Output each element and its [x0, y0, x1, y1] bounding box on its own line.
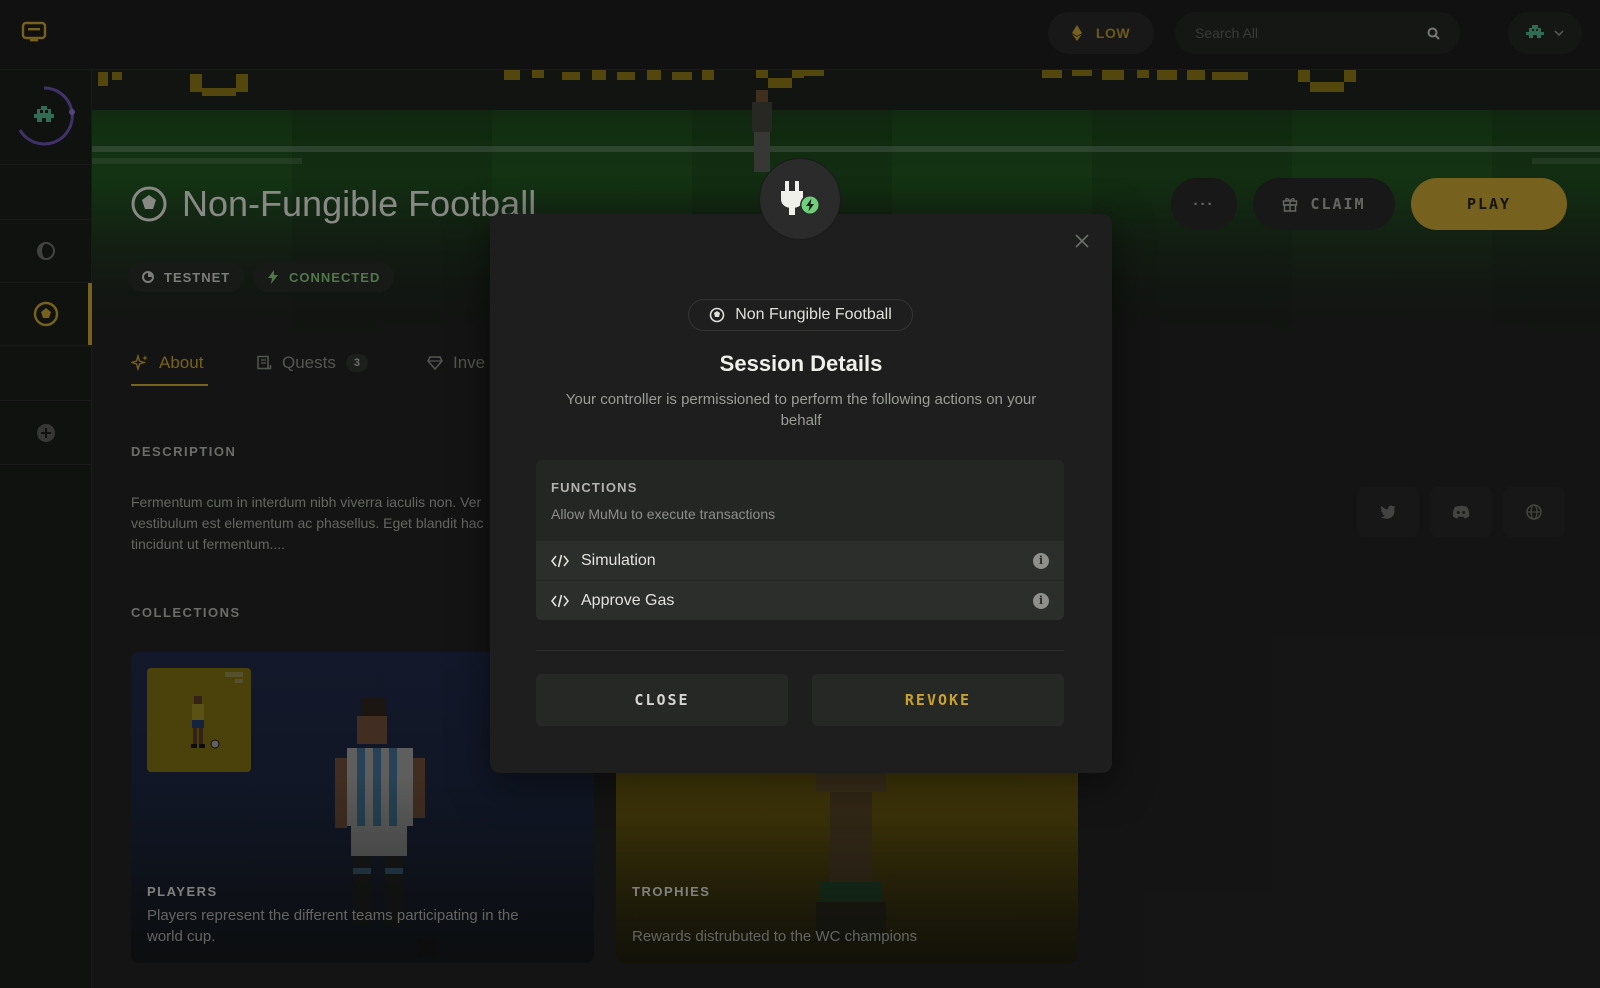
code-icon [551, 554, 569, 567]
functions-panel: FUNCTIONS Allow MuMu to execute transact… [536, 460, 1064, 620]
modal-subtitle: Your controller is permissioned to perfo… [565, 391, 1037, 429]
revoke-button[interactable]: REVOKE [812, 674, 1064, 726]
functions-heading: FUNCTIONS [551, 480, 638, 495]
info-icon[interactable]: i [1033, 592, 1049, 609]
function-row-simulation[interactable]: Simulation i [536, 541, 1064, 580]
plug-icon [781, 181, 820, 215]
session-icon-circle [760, 159, 840, 239]
functions-description: Allow MuMu to execute transactions [551, 506, 776, 522]
app-name-pill: Non Fungible Football [688, 299, 913, 331]
revoke-label: REVOKE [904, 691, 972, 709]
function-label: Approve Gas [581, 591, 675, 609]
function-row-approve-gas[interactable]: Approve Gas i [536, 581, 1064, 620]
football-icon [709, 307, 725, 323]
close-label: CLOSE [634, 691, 690, 709]
modal-divider [536, 650, 1064, 651]
close-button[interactable]: CLOSE [536, 674, 788, 726]
modal-title: Session Details [719, 351, 883, 376]
code-icon [551, 594, 569, 607]
app-name: Non Fungible Football [735, 306, 892, 323]
function-label: Simulation [581, 551, 656, 569]
close-icon[interactable] [1073, 232, 1091, 250]
info-icon[interactable]: i [1033, 552, 1049, 569]
